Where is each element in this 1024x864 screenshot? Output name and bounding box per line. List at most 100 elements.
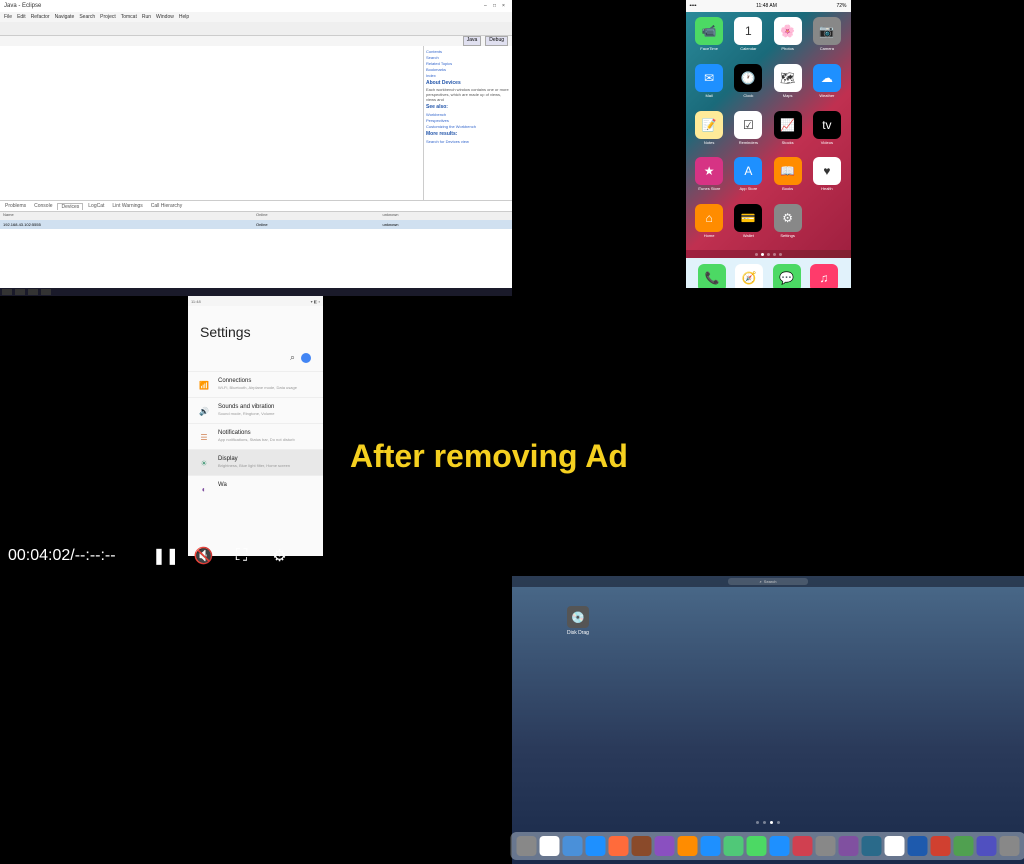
app-itunes-store[interactable]: ★iTunes Store <box>692 157 727 198</box>
taskbar-item[interactable] <box>28 289 38 295</box>
dock-app[interactable] <box>678 836 698 856</box>
dock-app[interactable] <box>839 836 859 856</box>
dock-app[interactable] <box>747 836 767 856</box>
close-button[interactable]: × <box>502 3 508 9</box>
menu-edit[interactable]: Edit <box>17 14 26 20</box>
help-contents-link[interactable]: Contents <box>426 49 510 54</box>
dock-app[interactable] <box>563 836 583 856</box>
page-indicator <box>686 250 851 258</box>
dock-app[interactable] <box>517 836 537 856</box>
help-heading: About Devices <box>426 80 510 86</box>
app-icon: ♥ <box>813 157 841 185</box>
settings-gear-button[interactable]: ⚙ <box>268 544 292 568</box>
search-icon[interactable]: ⌕ <box>290 352 295 363</box>
help-sa-1[interactable]: Perspectives <box>426 118 510 123</box>
dock-app-icon[interactable]: ♫ <box>810 264 838 288</box>
dock-app[interactable] <box>632 836 652 856</box>
perspective-debug[interactable]: Debug <box>485 36 508 46</box>
dock-app[interactable] <box>586 836 606 856</box>
dock-app[interactable] <box>954 836 974 856</box>
desktop-icon-diskdrag[interactable]: 💿 Disk Drag <box>567 606 589 636</box>
fullscreen-button[interactable]: ⛶ <box>230 544 254 568</box>
menu-navigate[interactable]: Navigate <box>55 14 75 20</box>
device-row[interactable]: 192.168.43.102:5555 Online unknown <box>0 220 512 229</box>
settings-item-sounds[interactable]: 🔊Sounds and vibrationSound mode, Rington… <box>188 397 323 423</box>
mute-button[interactable]: 🔇 <box>192 544 216 568</box>
pause-button[interactable]: ❚❚ <box>154 544 178 568</box>
dock-app[interactable] <box>701 836 721 856</box>
app-app-store[interactable]: AApp Store <box>731 157 766 198</box>
settings-item-wa[interactable]: ◐Wa <box>188 475 323 501</box>
menu-run[interactable]: Run <box>142 14 151 20</box>
start-button[interactable] <box>2 289 12 295</box>
menu-tomcat[interactable]: Tomcat <box>121 14 137 20</box>
tab-console[interactable]: Console <box>31 203 55 209</box>
profile-avatar[interactable] <box>301 353 311 363</box>
menu-project[interactable]: Project <box>100 14 116 20</box>
taskbar-item[interactable] <box>41 289 51 295</box>
help-index-link[interactable]: Index <box>426 73 510 78</box>
settings-item-icon: ☰ <box>198 431 210 443</box>
app-health[interactable]: ♥Health <box>809 157 844 198</box>
dock-app[interactable] <box>724 836 744 856</box>
dock-app[interactable] <box>609 836 629 856</box>
dock-app[interactable] <box>931 836 951 856</box>
dock-app[interactable] <box>1000 836 1020 856</box>
help-body: Each workbench window contains one or mo… <box>426 88 510 102</box>
app-books[interactable]: 📖Books <box>770 157 805 198</box>
app-photos[interactable]: 🌸Photos <box>770 17 805 58</box>
app-calendar[interactable]: 1Calendar <box>731 17 766 58</box>
dock-app[interactable] <box>885 836 905 856</box>
help-bookmarks-link[interactable]: Bookmarks <box>426 67 510 72</box>
app-videos[interactable]: tvVideos <box>809 111 844 152</box>
taskbar-item[interactable] <box>15 289 25 295</box>
tab-call-hierarchy[interactable]: Call Hierarchy <box>148 203 185 209</box>
app-maps[interactable]: 🗺Maps <box>770 64 805 105</box>
help-more-item[interactable]: Search for Devices view <box>426 139 510 144</box>
perspective-java[interactable]: Java <box>463 36 482 46</box>
maximize-button[interactable]: □ <box>493 3 499 9</box>
app-camera[interactable]: 📷Camera <box>809 17 844 58</box>
dock-app-icon[interactable]: 🧭 <box>735 264 763 288</box>
app-wallet[interactable]: 💳Wallet <box>731 204 766 245</box>
menu-search[interactable]: Search <box>79 14 95 20</box>
app-clock[interactable]: 🕐Clock <box>731 64 766 105</box>
tab-devices[interactable]: Devices <box>57 203 83 210</box>
app-notes[interactable]: 📝Notes <box>692 111 727 152</box>
minimize-button[interactable]: – <box>484 3 490 9</box>
app-mail[interactable]: ✉Mail <box>692 64 727 105</box>
dock-app[interactable] <box>816 836 836 856</box>
dock-app-icon[interactable]: 💬 <box>773 264 801 288</box>
dock-app[interactable] <box>655 836 675 856</box>
menu-file[interactable]: File <box>4 14 12 20</box>
help-search-link[interactable]: Search <box>426 55 510 60</box>
menu-window[interactable]: Window <box>156 14 174 20</box>
settings-item-display[interactable]: ☀DisplayBrightness, Blue light filter, H… <box>188 449 323 475</box>
tab-lint-warnings[interactable]: Lint Warnings <box>109 203 145 209</box>
dock-app[interactable] <box>977 836 997 856</box>
app-settings[interactable]: ⚙Settings <box>770 204 805 245</box>
app-reminders[interactable]: ☑Reminders <box>731 111 766 152</box>
tab-problems[interactable]: Problems <box>2 203 29 209</box>
app-stocks[interactable]: 📈Stocks <box>770 111 805 152</box>
app-home[interactable]: ⌂Home <box>692 204 727 245</box>
help-sa-2[interactable]: Customizing the Workbench <box>426 124 510 129</box>
help-sa-0[interactable]: Workbench <box>426 112 510 117</box>
menu-help[interactable]: Help <box>179 14 189 20</box>
dock-app[interactable] <box>793 836 813 856</box>
dock-app-icon[interactable]: 📞 <box>698 264 726 288</box>
app-icon: ☁ <box>813 64 841 92</box>
settings-item-connections[interactable]: 📶ConnectionsWi-Fi, Bluetooth, Airplane m… <box>188 371 323 397</box>
dock-app[interactable] <box>908 836 928 856</box>
dock-app[interactable] <box>540 836 560 856</box>
app-facetime[interactable]: 📹FaceTime <box>692 17 727 58</box>
app-weather[interactable]: ☁Weather <box>809 64 844 105</box>
tab-logcat[interactable]: LogCat <box>85 203 107 209</box>
menu-refactor[interactable]: Refactor <box>31 14 50 20</box>
spotlight-search[interactable]: ⌕ Search <box>728 578 808 585</box>
dock-app[interactable] <box>770 836 790 856</box>
dock-app[interactable] <box>862 836 882 856</box>
help-related-link[interactable]: Related Topics <box>426 61 510 66</box>
editor-area[interactable] <box>0 46 424 200</box>
settings-item-notifications[interactable]: ☰NotificationsApp notifications, Status … <box>188 423 323 449</box>
